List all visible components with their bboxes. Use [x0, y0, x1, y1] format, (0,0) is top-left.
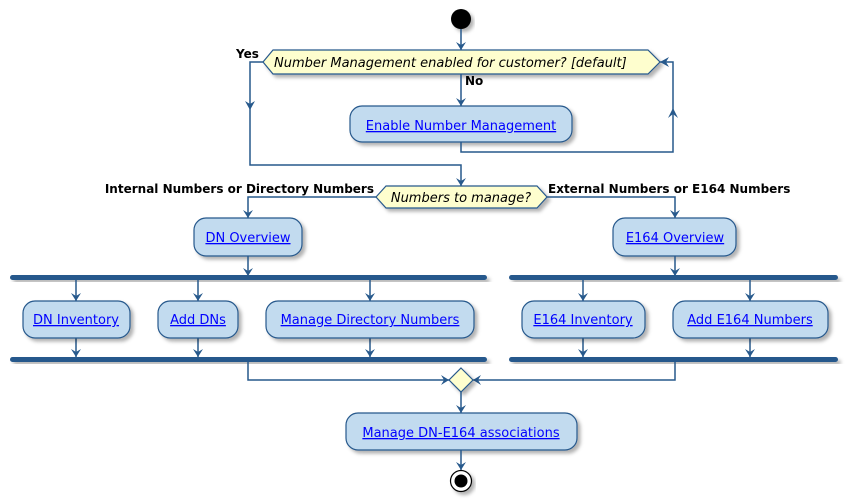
decision-question: Numbers to manage? — [391, 191, 531, 206]
end-node — [449, 469, 473, 493]
right-branch-label: External Numbers or E164 Numbers — [548, 182, 790, 196]
no-label: No — [465, 74, 483, 88]
yes-label: Yes — [235, 47, 259, 61]
dn-overview-link[interactable]: DN Overview — [205, 231, 290, 246]
merge-diamond — [448, 367, 474, 393]
activity-diagram: Number Management enabled for customer? … — [10, 9, 838, 493]
activity-dn-inventory[interactable]: DN Inventory — [22, 300, 131, 339]
activity-dn-overview[interactable]: DN Overview — [193, 217, 303, 257]
decision-number-management: Number Management enabled for customer? … — [262, 49, 661, 75]
edge — [247, 196, 376, 218]
edge — [547, 196, 676, 218]
decision-numbers-to-manage: Numbers to manage? — [375, 185, 548, 209]
fork-bar-e164 — [509, 275, 838, 280]
fork-bar-dn — [10, 275, 487, 280]
activity-e164-inventory[interactable]: E164 Inventory — [521, 300, 646, 339]
add-dns-link[interactable]: Add DNs — [170, 313, 226, 328]
activity-manage-dn-e164-associations[interactable]: Manage DN-E164 associations — [345, 412, 578, 451]
dn-inventory-link[interactable]: DN Inventory — [33, 313, 119, 328]
left-branch-label: Internal Numbers or Directory Numbers — [105, 182, 374, 196]
join-bar-e164 — [509, 357, 838, 362]
activity-manage-directory-numbers[interactable]: Manage Directory Numbers — [265, 300, 475, 339]
enable-link[interactable]: Enable Number Management — [366, 119, 556, 134]
e164-overview-link[interactable]: E164 Overview — [626, 231, 725, 246]
activity-add-dns[interactable]: Add DNs — [157, 300, 239, 339]
add-e164-numbers-link[interactable]: Add E164 Numbers — [687, 313, 813, 328]
activity-add-e164-numbers[interactable]: Add E164 Numbers — [672, 300, 829, 339]
manage-directory-numbers-link[interactable]: Manage Directory Numbers — [281, 313, 460, 328]
e164-inventory-link[interactable]: E164 Inventory — [533, 313, 633, 328]
manage-dn-e164-link[interactable]: Manage DN-E164 associations — [362, 426, 559, 441]
decision-question: Number Management enabled for customer? … — [274, 56, 627, 71]
start-node — [451, 9, 471, 29]
activity-enable-number-management[interactable]: Enable Number Management — [349, 105, 573, 143]
join-bar-dn — [10, 357, 487, 362]
activity-e164-overview[interactable]: E164 Overview — [612, 217, 737, 257]
